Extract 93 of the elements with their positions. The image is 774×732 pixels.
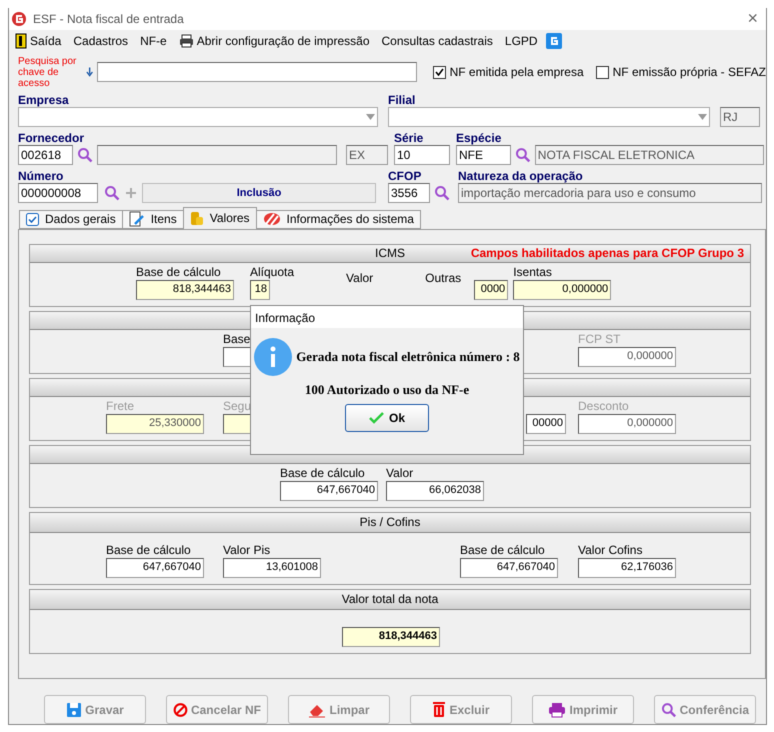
number-field[interactable]: 66,062038 (386, 480, 484, 501)
field-label: Base de cálculo (460, 542, 546, 557)
checkbox-icon (26, 212, 39, 226)
field-label: CFOP (388, 168, 422, 183)
species-field[interactable]: NFE (456, 144, 511, 165)
ok-button[interactable]: Ok (345, 404, 429, 432)
stripes-icon (262, 212, 281, 226)
state-field[interactable]: RJ (720, 106, 760, 127)
number-field[interactable]: 00000 (526, 414, 566, 434)
check-icon (434, 68, 444, 76)
field-label: Valor Pis (223, 542, 272, 557)
field-label: Base de cálculo (280, 466, 366, 480)
coins-icon (190, 210, 204, 226)
search-icon[interactable] (104, 184, 120, 201)
number-field[interactable]: 0,000000 (513, 280, 612, 300)
down-arrow-icon (86, 67, 94, 78)
tab[interactable]: Itens (122, 210, 184, 229)
door-icon (15, 32, 27, 49)
field-label: Valor (346, 270, 374, 285)
section-title: Valor total da nota (342, 592, 438, 606)
field-label: Alíquota (250, 264, 294, 279)
field-label: FCP ST (578, 332, 622, 346)
checkmark-icon (368, 412, 385, 424)
status-field: Inclusão (142, 182, 376, 203)
field-label: Filial (388, 92, 416, 107)
dropdown-arrow-icon (698, 114, 707, 120)
menu-item[interactable]: Abrir configuração de impressão (174, 34, 374, 48)
number-field[interactable]: 0000 (474, 280, 508, 300)
tab[interactable]: Dados gerais (19, 210, 123, 229)
number-field[interactable]: 818,344463 (136, 280, 234, 300)
field-label: Valor (386, 466, 414, 480)
dropdown-arrow-icon (366, 114, 375, 120)
state-field[interactable]: EX (346, 144, 388, 165)
series-field[interactable]: 10 (394, 144, 450, 165)
field-label: Valor Cofins (578, 542, 644, 557)
field-label: Isentas (513, 264, 553, 279)
window-title: ESF - Nota fiscal de entrada (33, 12, 185, 26)
field-label: Segu (223, 398, 252, 413)
printer-icon (548, 702, 566, 718)
cfop-field[interactable]: 3556 (388, 182, 430, 203)
field-label: Base de cálculo (136, 264, 222, 279)
section-title: ICMS (375, 246, 405, 260)
search-icon[interactable] (434, 184, 450, 201)
company-dropdown[interactable] (18, 106, 378, 127)
operation-nature-field[interactable]: importação mercadoria para uso e consumo (458, 182, 762, 203)
app-logo-icon[interactable] (546, 32, 562, 49)
menu-item[interactable]: Cadastros (69, 34, 132, 48)
number-field[interactable]: 647,667040 (280, 480, 378, 501)
number-field[interactable]: 647,667040 (460, 558, 558, 578)
field-label: Desconto (578, 398, 630, 413)
field-label: Espécie (456, 130, 502, 145)
number-field[interactable] (223, 346, 252, 367)
menu-item[interactable]: LGPD (500, 34, 542, 48)
number-field[interactable]: 818,344463 (342, 626, 440, 647)
number-field[interactable]: 647,667040 (106, 558, 204, 578)
species-description-field[interactable]: NOTA FISCAL ELETRONICA (534, 144, 764, 165)
checkbox[interactable]: NF emissão própria - SEFAZ (596, 65, 766, 80)
search-icon[interactable] (77, 146, 93, 163)
menu-item[interactable]: NF-e (136, 34, 171, 48)
number-field[interactable]: 13,601008 (223, 558, 321, 578)
close-button[interactable]: × (747, 8, 758, 30)
section-title: Pis / Cofins (360, 515, 420, 530)
field-label: Outras (425, 270, 462, 285)
printer-icon (178, 34, 194, 48)
trash-icon (432, 701, 446, 718)
supplier-code-field[interactable]: 002618 (18, 144, 73, 165)
dialog-message: Gerada nota fiscal eletrônica número : 8 (296, 348, 520, 365)
supplier-name-field[interactable] (97, 144, 337, 165)
info-icon (254, 338, 292, 376)
document-pencil-icon (128, 211, 145, 228)
checkbox[interactable]: NF emitida pela empresa (432, 65, 584, 80)
search-icon[interactable] (515, 146, 531, 163)
field-label: Empresa (18, 92, 70, 107)
field-label: Número (18, 168, 64, 183)
tab[interactable]: Informações do sistema (256, 210, 421, 229)
field-label: Natureza da operação (458, 168, 584, 183)
field-label: Base (223, 332, 252, 346)
field-label: Série (394, 130, 424, 145)
menu-item[interactable]: Saída (11, 32, 66, 49)
prohibited-icon (173, 700, 188, 718)
menu-item[interactable]: Consultas cadastrais (378, 34, 497, 48)
access-key-field[interactable] (97, 62, 417, 82)
dialog-message: 100 Autorizado o uso da NF-e (304, 382, 470, 398)
field-label: Fornecedor (18, 130, 86, 145)
notice-text: Campos habilitados apenas para CFOP Grupo 3 (470, 246, 744, 260)
field-label: Base de cálculo (106, 542, 192, 557)
branch-dropdown[interactable] (388, 106, 710, 127)
dialog-title: Informação (251, 306, 523, 328)
number-field[interactable]: 62,176036 (578, 558, 676, 578)
number-field[interactable]: 18 (250, 280, 270, 300)
search-label: Pesquisa por chave de acesso (18, 56, 78, 89)
number-field[interactable]: 000000008 (18, 182, 98, 203)
field-label: Frete (106, 398, 136, 413)
